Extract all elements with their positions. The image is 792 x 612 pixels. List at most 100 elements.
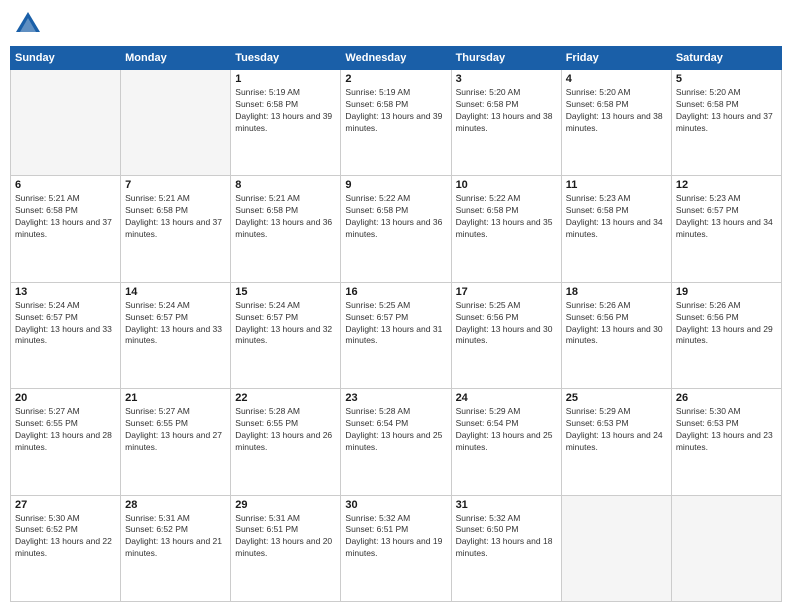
day-info: Sunrise: 5:25 AMSunset: 6:57 PMDaylight:… (345, 300, 446, 348)
calendar-cell: 26 Sunrise: 5:30 AMSunset: 6:53 PMDayligh… (671, 389, 781, 495)
day-info: Sunrise: 5:22 AMSunset: 6:58 PMDaylight:… (456, 193, 557, 241)
day-number: 24 (456, 392, 557, 404)
calendar-cell: 3 Sunrise: 5:20 AMSunset: 6:58 PMDaylight… (451, 70, 561, 176)
day-number: 17 (456, 286, 557, 298)
day-info: Sunrise: 5:29 AMSunset: 6:54 PMDaylight:… (456, 406, 557, 454)
day-info: Sunrise: 5:21 AMSunset: 6:58 PMDaylight:… (125, 193, 226, 241)
calendar: SundayMondayTuesdayWednesdayThursdayFrid… (10, 46, 782, 602)
week-row-1: 1 Sunrise: 5:19 AMSunset: 6:58 PMDaylight… (11, 70, 782, 176)
day-info: Sunrise: 5:24 AMSunset: 6:57 PMDaylight:… (235, 300, 336, 348)
day-number: 12 (676, 179, 777, 191)
day-number: 21 (125, 392, 226, 404)
calendar-cell: 10 Sunrise: 5:22 AMSunset: 6:58 PMDayligh… (451, 176, 561, 282)
day-info: Sunrise: 5:19 AMSunset: 6:58 PMDaylight:… (345, 87, 446, 135)
day-number: 19 (676, 286, 777, 298)
weekday-header-wednesday: Wednesday (341, 47, 451, 70)
day-number: 30 (345, 499, 446, 511)
calendar-cell: 18 Sunrise: 5:26 AMSunset: 6:56 PMDayligh… (561, 282, 671, 388)
weekday-header-sunday: Sunday (11, 47, 121, 70)
calendar-cell: 20 Sunrise: 5:27 AMSunset: 6:55 PMDayligh… (11, 389, 121, 495)
day-info: Sunrise: 5:23 AMSunset: 6:57 PMDaylight:… (676, 193, 777, 241)
day-info: Sunrise: 5:23 AMSunset: 6:58 PMDaylight:… (566, 193, 667, 241)
day-info: Sunrise: 5:25 AMSunset: 6:56 PMDaylight:… (456, 300, 557, 348)
day-number: 28 (125, 499, 226, 511)
calendar-cell: 2 Sunrise: 5:19 AMSunset: 6:58 PMDaylight… (341, 70, 451, 176)
calendar-cell: 22 Sunrise: 5:28 AMSunset: 6:55 PMDayligh… (231, 389, 341, 495)
day-number: 9 (345, 179, 446, 191)
calendar-cell: 15Sunrise: 5:24 AMSunset: 6:57 PMDayligh… (231, 282, 341, 388)
day-info: Sunrise: 5:32 AMSunset: 6:50 PMDaylight:… (456, 513, 557, 561)
day-number: 31 (456, 499, 557, 511)
calendar-cell: 8Sunrise: 5:21 AMSunset: 6:58 PMDaylight… (231, 176, 341, 282)
calendar-cell: 4 Sunrise: 5:20 AMSunset: 6:58 PMDaylight… (561, 70, 671, 176)
day-number: 26 (676, 392, 777, 404)
day-info: Sunrise: 5:32 AMSunset: 6:51 PMDaylight:… (345, 513, 446, 561)
day-info: Sunrise: 5:28 AMSunset: 6:54 PMDaylight:… (345, 406, 446, 454)
calendar-cell: 19 Sunrise: 5:26 AMSunset: 6:56 PMDayligh… (671, 282, 781, 388)
calendar-cell (671, 495, 781, 601)
calendar-cell: 30 Sunrise: 5:32 AMSunset: 6:51 PMDayligh… (341, 495, 451, 601)
calendar-cell: 14 Sunrise: 5:24 AMSunset: 6:57 PMDayligh… (121, 282, 231, 388)
day-info: Sunrise: 5:21 AMSunset: 6:58 PMDaylight:… (235, 193, 336, 241)
day-number: 2 (345, 73, 446, 85)
calendar-cell: 21 Sunrise: 5:27 AMSunset: 6:55 PMDayligh… (121, 389, 231, 495)
week-row-2: 6Sunrise: 5:21 AMSunset: 6:58 PMDaylight… (11, 176, 782, 282)
day-number: 29 (235, 499, 336, 511)
day-number: 25 (566, 392, 667, 404)
day-info: Sunrise: 5:20 AMSunset: 6:58 PMDaylight:… (566, 87, 667, 135)
day-info: Sunrise: 5:22 AMSunset: 6:58 PMDaylight:… (345, 193, 446, 241)
day-number: 22 (235, 392, 336, 404)
day-info: Sunrise: 5:26 AMSunset: 6:56 PMDaylight:… (676, 300, 777, 348)
calendar-cell: 5 Sunrise: 5:20 AMSunset: 6:58 PMDaylight… (671, 70, 781, 176)
day-number: 1 (235, 73, 336, 85)
day-info: Sunrise: 5:19 AMSunset: 6:58 PMDaylight:… (235, 87, 336, 135)
day-info: Sunrise: 5:20 AMSunset: 6:58 PMDaylight:… (676, 87, 777, 135)
day-info: Sunrise: 5:31 AMSunset: 6:51 PMDaylight:… (235, 513, 336, 561)
calendar-cell: 23Sunrise: 5:28 AMSunset: 6:54 PMDayligh… (341, 389, 451, 495)
day-number: 11 (566, 179, 667, 191)
day-info: Sunrise: 5:26 AMSunset: 6:56 PMDaylight:… (566, 300, 667, 348)
day-number: 7 (125, 179, 226, 191)
calendar-cell: 11 Sunrise: 5:23 AMSunset: 6:58 PMDayligh… (561, 176, 671, 282)
calendar-cell: 16Sunrise: 5:25 AMSunset: 6:57 PMDayligh… (341, 282, 451, 388)
page-header (10, 10, 782, 38)
day-number: 18 (566, 286, 667, 298)
calendar-cell (121, 70, 231, 176)
calendar-cell (11, 70, 121, 176)
day-info: Sunrise: 5:20 AMSunset: 6:58 PMDaylight:… (456, 87, 557, 135)
day-info: Sunrise: 5:27 AMSunset: 6:55 PMDaylight:… (15, 406, 116, 454)
day-number: 14 (125, 286, 226, 298)
calendar-cell: 9 Sunrise: 5:22 AMSunset: 6:58 PMDaylight… (341, 176, 451, 282)
day-number: 3 (456, 73, 557, 85)
day-info: Sunrise: 5:31 AMSunset: 6:52 PMDaylight:… (125, 513, 226, 561)
day-number: 13 (15, 286, 116, 298)
day-info: Sunrise: 5:24 AMSunset: 6:57 PMDaylight:… (15, 300, 116, 348)
day-number: 20 (15, 392, 116, 404)
calendar-cell: 29 Sunrise: 5:31 AMSunset: 6:51 PMDayligh… (231, 495, 341, 601)
day-info: Sunrise: 5:28 AMSunset: 6:55 PMDaylight:… (235, 406, 336, 454)
day-number: 5 (676, 73, 777, 85)
day-number: 10 (456, 179, 557, 191)
week-row-5: 27Sunrise: 5:30 AMSunset: 6:52 PMDayligh… (11, 495, 782, 601)
calendar-cell: 12 Sunrise: 5:23 AMSunset: 6:57 PMDayligh… (671, 176, 781, 282)
day-number: 27 (15, 499, 116, 511)
calendar-cell: 24 Sunrise: 5:29 AMSunset: 6:54 PMDayligh… (451, 389, 561, 495)
week-row-3: 13 Sunrise: 5:24 AMSunset: 6:57 PMDayligh… (11, 282, 782, 388)
logo (14, 10, 46, 38)
calendar-cell: 6Sunrise: 5:21 AMSunset: 6:58 PMDaylight… (11, 176, 121, 282)
day-info: Sunrise: 5:24 AMSunset: 6:57 PMDaylight:… (125, 300, 226, 348)
day-info: Sunrise: 5:29 AMSunset: 6:53 PMDaylight:… (566, 406, 667, 454)
weekday-header-monday: Monday (121, 47, 231, 70)
day-info: Sunrise: 5:30 AMSunset: 6:53 PMDaylight:… (676, 406, 777, 454)
calendar-cell: 17 Sunrise: 5:25 AMSunset: 6:56 PMDayligh… (451, 282, 561, 388)
weekday-header-thursday: Thursday (451, 47, 561, 70)
day-info: Sunrise: 5:27 AMSunset: 6:55 PMDaylight:… (125, 406, 226, 454)
day-info: Sunrise: 5:21 AMSunset: 6:58 PMDaylight:… (15, 193, 116, 241)
weekday-header-friday: Friday (561, 47, 671, 70)
calendar-cell: 28 Sunrise: 5:31 AMSunset: 6:52 PMDayligh… (121, 495, 231, 601)
calendar-cell: 31 Sunrise: 5:32 AMSunset: 6:50 PMDayligh… (451, 495, 561, 601)
weekday-header-tuesday: Tuesday (231, 47, 341, 70)
calendar-cell (561, 495, 671, 601)
weekday-header-saturday: Saturday (671, 47, 781, 70)
day-number: 4 (566, 73, 667, 85)
